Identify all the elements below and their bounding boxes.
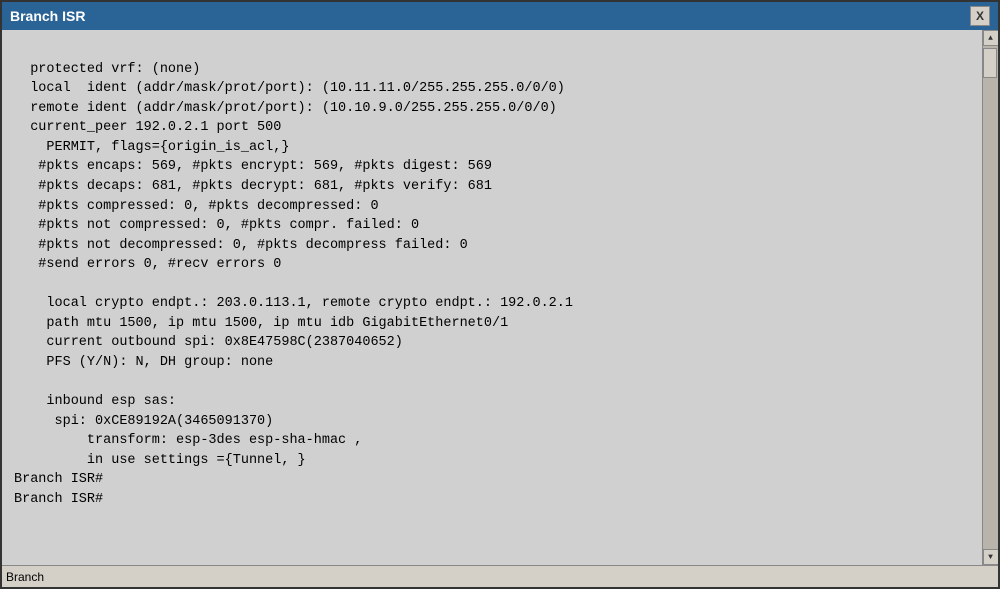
scroll-down-button[interactable]: ▼	[983, 549, 999, 565]
close-button[interactable]: X	[970, 6, 990, 26]
content-area: protected vrf: (none) local ident (addr/…	[2, 30, 998, 565]
window-title: Branch ISR	[10, 8, 85, 24]
terminal-output[interactable]: protected vrf: (none) local ident (addr/…	[2, 30, 982, 565]
scroll-thumb[interactable]	[983, 48, 997, 78]
status-text: Branch	[6, 570, 44, 584]
status-bar: Branch	[2, 565, 998, 587]
title-bar: Branch ISR X	[2, 2, 998, 30]
scroll-track[interactable]	[983, 46, 998, 549]
scrollbar[interactable]: ▲ ▼	[982, 30, 998, 565]
scroll-up-button[interactable]: ▲	[983, 30, 999, 46]
main-window: Branch ISR X protected vrf: (none) local…	[0, 0, 1000, 589]
terminal-text: protected vrf: (none) local ident (addr/…	[14, 40, 970, 510]
